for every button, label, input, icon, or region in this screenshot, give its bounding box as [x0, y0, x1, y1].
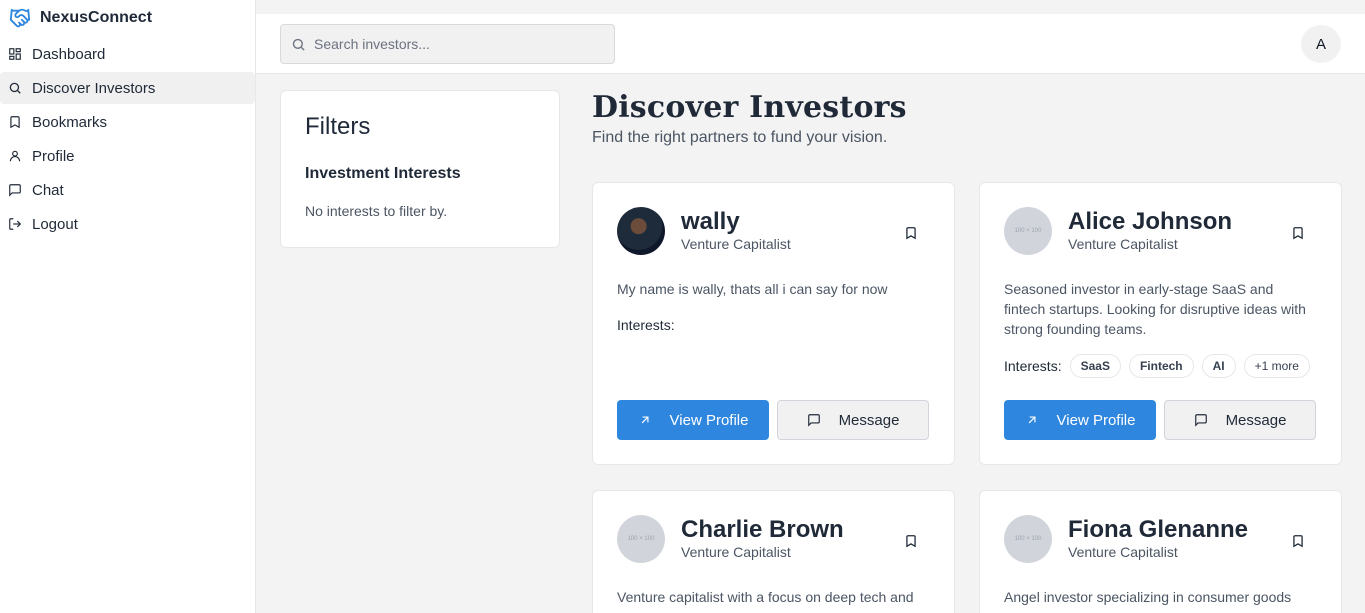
- investor-header: 100 × 100 Alice Johnson Venture Capitali…: [1004, 207, 1232, 255]
- search-input[interactable]: [314, 36, 594, 52]
- search-box[interactable]: [280, 24, 615, 64]
- bookmark-icon[interactable]: [904, 533, 918, 549]
- user-icon: [8, 149, 22, 163]
- view-profile-button[interactable]: View Profile: [617, 400, 769, 440]
- arrow-up-right-icon: [1028, 416, 1036, 424]
- brand[interactable]: NexusConnect: [0, 0, 255, 36]
- investor-card: 100 × 100 Charlie Brown Venture Capitali…: [592, 490, 955, 613]
- investor-avatar-placeholder: 100 × 100: [1004, 207, 1052, 255]
- logout-icon: [8, 217, 22, 231]
- message-button[interactable]: Message: [1164, 400, 1316, 440]
- sidebar: NexusConnect Dashboard Discover Investor…: [0, 0, 256, 613]
- sidebar-item-chat[interactable]: Chat: [0, 174, 255, 206]
- sidebar-item-label: Bookmarks: [32, 113, 108, 131]
- investor-bio: My name is wally, thats all i can say fo…: [617, 281, 888, 297]
- chat-icon: [807, 414, 820, 427]
- investor-bio: Angel investor specializing in consumer …: [1004, 589, 1292, 605]
- sidebar-item-label: Chat: [32, 181, 64, 199]
- message-button[interactable]: Message: [777, 400, 929, 440]
- interests-label: Interests:: [617, 317, 675, 333]
- investor-role: Venture Capitalist: [681, 236, 791, 252]
- investment-interests-heading: Investment Interests: [305, 165, 461, 182]
- page-subtitle: Find the right partners to fund your vis…: [592, 129, 888, 146]
- filters-title: Filters: [305, 113, 371, 140]
- investor-name: Charlie Brown: [681, 516, 844, 543]
- bookmark-icon[interactable]: [1291, 225, 1305, 241]
- investor-name: Alice Johnson: [1068, 208, 1233, 235]
- filters-panel: Filters Investment Interests No interest…: [280, 90, 560, 248]
- interest-tag[interactable]: Fintech: [1128, 354, 1194, 378]
- view-profile-label: View Profile: [669, 411, 749, 429]
- investor-role: Venture Capitalist: [681, 544, 791, 560]
- sidebar-nav: Dashboard Discover Investors Bookmarks P…: [0, 38, 255, 240]
- bookmark-icon[interactable]: [904, 225, 918, 241]
- arrow-up-right-icon: [641, 416, 649, 424]
- investor-card: wally Venture Capitalist My name is wall…: [592, 182, 955, 465]
- interest-tag[interactable]: SaaS: [1069, 354, 1121, 378]
- filters-empty-text: No interests to filter by.: [305, 203, 448, 219]
- user-avatar-button[interactable]: A: [1301, 25, 1341, 63]
- investor-bio: Venture capitalist with a focus on deep …: [617, 589, 914, 605]
- chat-icon: [8, 183, 22, 197]
- investor-card: 100 × 100 Alice Johnson Venture Capitali…: [979, 182, 1342, 465]
- investor-name: Fiona Glenanne: [1068, 516, 1249, 543]
- sidebar-item-label: Dashboard: [32, 45, 106, 63]
- handshake-icon: [8, 6, 32, 30]
- more-interests-tag[interactable]: +1 more: [1243, 354, 1310, 378]
- sidebar-item-label: Discover Investors: [32, 79, 156, 97]
- investor-header: 100 × 100 Fiona Glenanne Venture Capital…: [1004, 515, 1248, 563]
- message-label: Message: [838, 411, 900, 429]
- investor-header: 100 × 100 Charlie Brown Venture Capitali…: [617, 515, 844, 563]
- sidebar-item-logout[interactable]: Logout: [0, 208, 255, 240]
- sidebar-item-profile[interactable]: Profile: [0, 140, 255, 172]
- page-title: Discover Investors: [592, 90, 907, 125]
- investor-avatar-placeholder: 100 × 100: [1004, 515, 1052, 563]
- interests-label: Interests:: [1004, 358, 1062, 374]
- topbar: A: [256, 14, 1365, 74]
- bookmark-icon[interactable]: [1291, 533, 1305, 549]
- bookmark-icon: [8, 115, 22, 129]
- investor-header: wally Venture Capitalist: [617, 207, 791, 255]
- grid-icon: [8, 47, 22, 61]
- brand-name: NexusConnect: [40, 9, 153, 26]
- chat-icon: [1194, 414, 1207, 427]
- sidebar-item-label: Logout: [32, 215, 78, 233]
- message-label: Message: [1225, 411, 1287, 429]
- interests-row: Interests:: [617, 317, 675, 333]
- sidebar-item-bookmarks[interactable]: Bookmarks: [0, 106, 255, 138]
- investor-bio: Seasoned investor in early-stage SaaS an…: [1004, 281, 1306, 337]
- investor-card: 100 × 100 Fiona Glenanne Venture Capital…: [979, 490, 1342, 613]
- investor-role: Venture Capitalist: [1068, 236, 1178, 252]
- search-icon: [8, 81, 22, 95]
- interest-tag[interactable]: AI: [1201, 354, 1236, 378]
- view-profile-label: View Profile: [1056, 411, 1136, 429]
- interests-row: Interests: SaaS Fintech AI +1 more: [1004, 354, 1310, 378]
- sidebar-item-dashboard[interactable]: Dashboard: [0, 38, 255, 70]
- investor-name: wally: [681, 208, 740, 235]
- investor-role: Venture Capitalist: [1068, 544, 1178, 560]
- view-profile-button[interactable]: View Profile: [1004, 400, 1156, 440]
- investor-avatar: [617, 207, 665, 255]
- search-icon: [292, 38, 305, 51]
- sidebar-item-label: Profile: [32, 147, 75, 165]
- investor-avatar-placeholder: 100 × 100: [617, 515, 665, 563]
- sidebar-item-discover-investors[interactable]: Discover Investors: [0, 72, 255, 104]
